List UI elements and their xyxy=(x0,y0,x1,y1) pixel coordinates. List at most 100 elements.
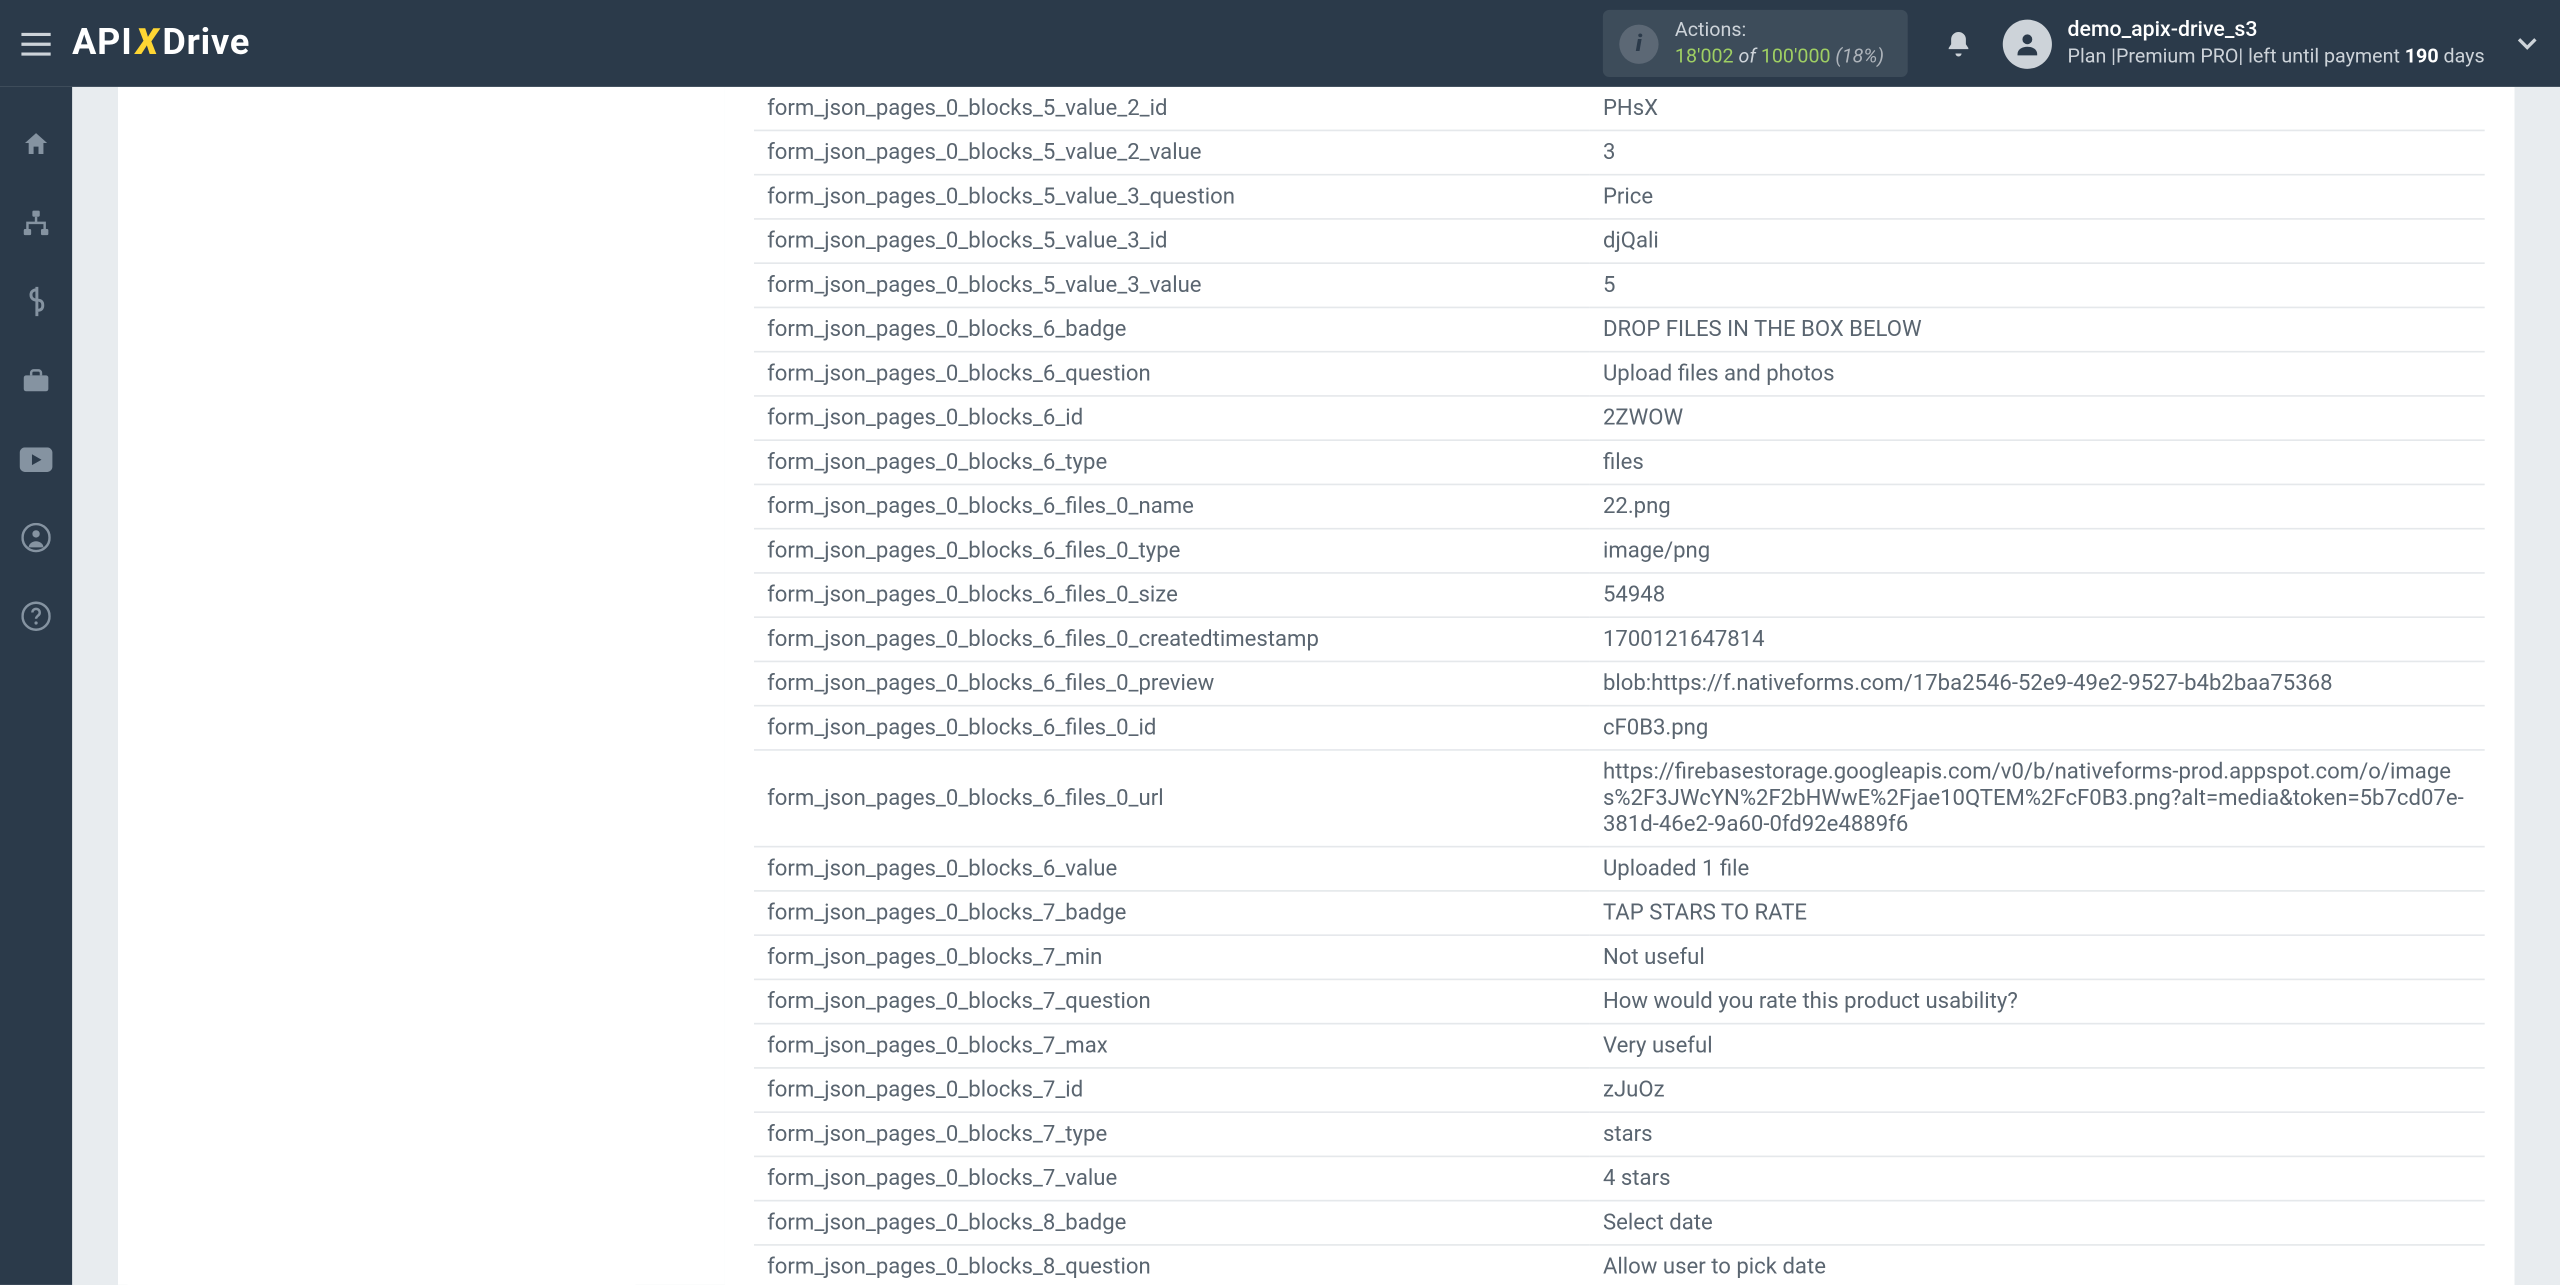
table-row: form_json_pages_0_blocks_5_value_2_value… xyxy=(754,130,2485,174)
table-row: form_json_pages_0_blocks_6_files_0_creat… xyxy=(754,617,2485,661)
row-value: files xyxy=(1590,440,2485,484)
row-key: form_json_pages_0_blocks_5_value_3_id xyxy=(754,219,1590,263)
logo-text-api: API xyxy=(72,23,132,64)
table-row: form_json_pages_0_blocks_6_files_0_urlht… xyxy=(754,750,2485,847)
sidebar-youtube-icon[interactable] xyxy=(0,434,72,483)
main-panel[interactable]: form_json_pages_0_blocks_5_value_2_idPHs… xyxy=(724,87,2514,1285)
table-row: form_json_pages_0_blocks_6_files_0_typei… xyxy=(754,529,2485,573)
actions-percent: (18%) xyxy=(1831,43,1884,66)
row-value: 2ZWOW xyxy=(1590,396,2485,440)
row-value: 4 stars xyxy=(1590,1156,2485,1200)
row-value: cF0B3.png xyxy=(1590,706,2485,750)
logo-text-x: X xyxy=(136,23,159,64)
sidebar-billing-icon[interactable] xyxy=(0,277,72,326)
row-value: Upload files and photos xyxy=(1590,352,2485,396)
row-value: Price xyxy=(1590,175,2485,219)
row-key: form_json_pages_0_blocks_8_badge xyxy=(754,1201,1590,1245)
table-row: form_json_pages_0_blocks_6_valueUploaded… xyxy=(754,847,2485,891)
row-key: form_json_pages_0_blocks_7_badge xyxy=(754,891,1590,935)
row-key: form_json_pages_0_blocks_5_value_2_id xyxy=(754,87,1590,130)
row-value: PHsX xyxy=(1590,87,2485,130)
username: demo_apix-drive_s3 xyxy=(2068,18,2485,45)
row-value: 54948 xyxy=(1590,573,2485,617)
row-key: form_json_pages_0_blocks_6_files_0_name xyxy=(754,484,1590,528)
row-value: 3 xyxy=(1590,130,2485,174)
sidebar-connections-icon[interactable] xyxy=(0,198,72,247)
hamburger-menu-icon[interactable] xyxy=(16,24,55,63)
actions-total: 100'000 xyxy=(1761,43,1831,66)
content-area: form_json_pages_0_blocks_5_value_2_idPHs… xyxy=(72,87,2560,1285)
row-key: form_json_pages_0_blocks_6_value xyxy=(754,847,1590,891)
sidebar-briefcase-icon[interactable] xyxy=(0,356,72,405)
table-row: form_json_pages_0_blocks_7_value4 stars xyxy=(754,1156,2485,1200)
user-avatar-icon xyxy=(2002,19,2051,68)
row-key: form_json_pages_0_blocks_6_files_0_previ… xyxy=(754,661,1590,705)
row-key: form_json_pages_0_blocks_8_question xyxy=(754,1245,1590,1285)
table-row: form_json_pages_0_blocks_6_files_0_name2… xyxy=(754,484,2485,528)
actions-counter-box[interactable]: i Actions: 18'002 of 100'000 (18%) xyxy=(1603,10,1907,78)
row-key: form_json_pages_0_blocks_6_files_0_size xyxy=(754,573,1590,617)
row-key: form_json_pages_0_blocks_6_files_0_creat… xyxy=(754,617,1590,661)
user-menu[interactable]: demo_apix-drive_s3 Plan |Premium PRO| le… xyxy=(2002,18,2485,69)
table-row: form_json_pages_0_blocks_6_questionUploa… xyxy=(754,352,2485,396)
app-logo[interactable]: API X Drive xyxy=(72,23,250,64)
row-key: form_json_pages_0_blocks_6_files_0_id xyxy=(754,706,1590,750)
row-value: 5 xyxy=(1590,263,2485,307)
row-value: DROP FILES IN THE BOX BELOW xyxy=(1590,307,2485,351)
row-value: TAP STARS TO RATE xyxy=(1590,891,2485,935)
row-key: form_json_pages_0_blocks_6_type xyxy=(754,440,1590,484)
notifications-bell-icon[interactable] xyxy=(1936,22,1979,65)
sidebar-home-icon[interactable] xyxy=(0,120,72,169)
row-value: 1700121647814 xyxy=(1590,617,2485,661)
user-text: demo_apix-drive_s3 Plan |Premium PRO| le… xyxy=(2068,18,2485,69)
row-value: 22.png xyxy=(1590,484,2485,528)
row-value: Select date xyxy=(1590,1201,2485,1245)
row-key: form_json_pages_0_blocks_7_value xyxy=(754,1156,1590,1200)
chevron-down-icon[interactable] xyxy=(2511,27,2544,60)
row-key: form_json_pages_0_blocks_6_question xyxy=(754,352,1590,396)
actions-text: Actions: 18'002 of 100'000 (18%) xyxy=(1675,18,1884,69)
sidebar-help-icon[interactable] xyxy=(0,592,72,641)
row-value: zJuOz xyxy=(1590,1068,2485,1112)
data-table: form_json_pages_0_blocks_5_value_2_idPHs… xyxy=(754,87,2485,1285)
row-key: form_json_pages_0_blocks_5_value_2_value xyxy=(754,130,1590,174)
left-panel xyxy=(118,87,724,1285)
table-row: form_json_pages_0_blocks_5_value_3_quest… xyxy=(754,175,2485,219)
table-row: form_json_pages_0_blocks_6_badgeDROP FIL… xyxy=(754,307,2485,351)
row-value: Not useful xyxy=(1590,935,2485,979)
table-row: form_json_pages_0_blocks_8_questionAllow… xyxy=(754,1245,2485,1285)
row-key: form_json_pages_0_blocks_7_id xyxy=(754,1068,1590,1112)
row-value: Allow user to pick date xyxy=(1590,1245,2485,1285)
actions-count: 18'002 xyxy=(1675,43,1734,66)
table-row: form_json_pages_0_blocks_7_maxVery usefu… xyxy=(754,1024,2485,1068)
row-value: stars xyxy=(1590,1112,2485,1156)
table-row: form_json_pages_0_blocks_7_typestars xyxy=(754,1112,2485,1156)
table-row: form_json_pages_0_blocks_5_value_2_idPHs… xyxy=(754,87,2485,130)
logo-text-drive: Drive xyxy=(162,23,250,64)
row-key: form_json_pages_0_blocks_7_min xyxy=(754,935,1590,979)
table-row: form_json_pages_0_blocks_7_badgeTAP STAR… xyxy=(754,891,2485,935)
row-value: Very useful xyxy=(1590,1024,2485,1068)
table-row: form_json_pages_0_blocks_7_questionHow w… xyxy=(754,979,2485,1023)
top-header: API X Drive i Actions: 18'002 of 100'000… xyxy=(0,0,2560,87)
table-row: form_json_pages_0_blocks_7_idzJuOz xyxy=(754,1068,2485,1112)
row-value: Uploaded 1 file xyxy=(1590,847,2485,891)
row-key: form_json_pages_0_blocks_6_id xyxy=(754,396,1590,440)
table-row: form_json_pages_0_blocks_8_badgeSelect d… xyxy=(754,1201,2485,1245)
row-value: https://firebasestorage.googleapis.com/v… xyxy=(1590,750,2485,847)
sidebar-account-icon[interactable] xyxy=(0,513,72,562)
table-row: form_json_pages_0_blocks_6_files_0_previ… xyxy=(754,661,2485,705)
table-row: form_json_pages_0_blocks_6_files_0_size5… xyxy=(754,573,2485,617)
info-icon: i xyxy=(1619,24,1658,63)
row-key: form_json_pages_0_blocks_6_files_0_url xyxy=(754,750,1590,847)
row-key: form_json_pages_0_blocks_7_type xyxy=(754,1112,1590,1156)
table-row: form_json_pages_0_blocks_6_typefiles xyxy=(754,440,2485,484)
left-sidebar xyxy=(0,87,72,1285)
row-value: How would you rate this product usabilit… xyxy=(1590,979,2485,1023)
actions-of: of xyxy=(1734,43,1761,66)
row-value: image/png xyxy=(1590,529,2485,573)
table-row: form_json_pages_0_blocks_6_id2ZWOW xyxy=(754,396,2485,440)
table-row: form_json_pages_0_blocks_7_minNot useful xyxy=(754,935,2485,979)
row-key: form_json_pages_0_blocks_5_value_3_value xyxy=(754,263,1590,307)
row-key: form_json_pages_0_blocks_7_question xyxy=(754,979,1590,1023)
